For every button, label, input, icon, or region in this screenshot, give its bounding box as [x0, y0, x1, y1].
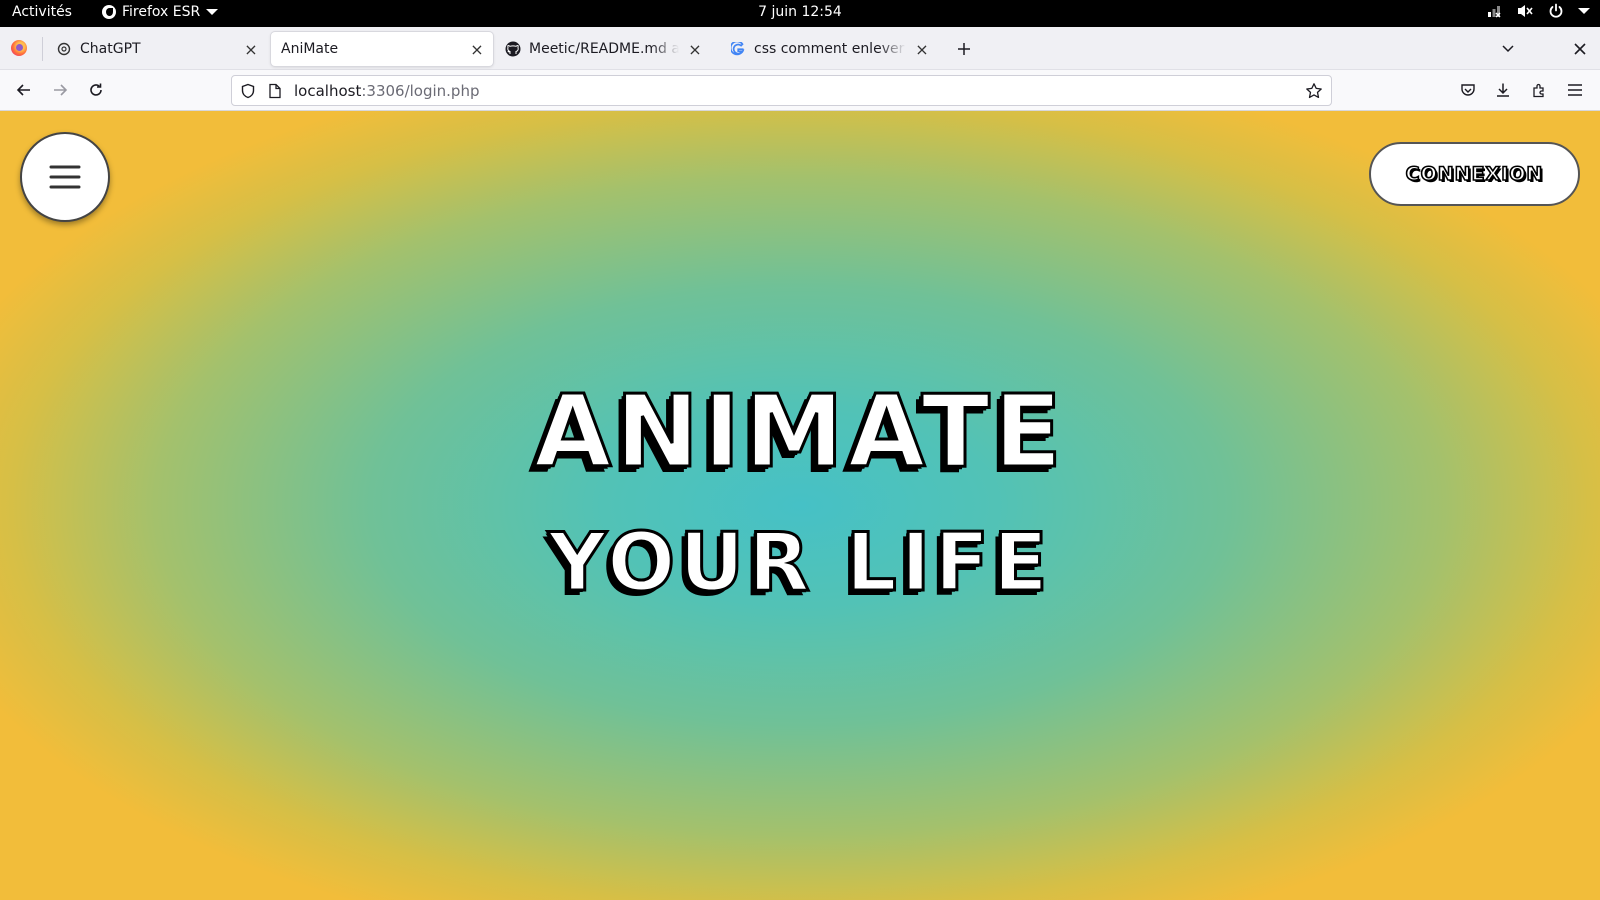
close-icon[interactable]: × [912, 39, 932, 59]
page-icon[interactable] [268, 83, 284, 99]
close-icon[interactable]: × [685, 39, 705, 59]
page-viewport: CONNEXION ANIMATE YOUR LIFE [0, 111, 1600, 900]
tab-github-readme[interactable]: Meetic/README.md at main × [495, 32, 711, 66]
clock[interactable]: 7 juin 12:54 [0, 4, 1600, 20]
system-top-bar: Activités Firefox ESR 7 juin 12:54 [0, 0, 1600, 27]
github-icon [505, 41, 521, 57]
tab-separator [42, 37, 43, 61]
close-icon[interactable]: × [241, 39, 261, 59]
network-icon [1486, 3, 1502, 19]
hero-title: ANIMATE [533, 372, 1066, 492]
pocket-button[interactable] [1454, 76, 1482, 104]
hamburger-menu-button[interactable] [1561, 76, 1589, 104]
tab-title: ChatGPT [80, 41, 141, 57]
chatgpt-icon [56, 41, 72, 57]
back-button[interactable] [10, 76, 38, 104]
tab-title: css comment enlever le lien [754, 41, 906, 57]
power-icon [1548, 3, 1564, 19]
reload-button[interactable] [82, 76, 110, 104]
volume-muted-icon [1516, 3, 1534, 19]
site-menu-button[interactable] [20, 132, 110, 222]
firefox-view-icon[interactable] [11, 40, 27, 56]
hero-subtitle: YOUR LIFE [547, 515, 1052, 611]
extensions-button[interactable] [1525, 76, 1553, 104]
tab-title: Meetic/README.md at main [529, 41, 679, 57]
url-path: :3306/login.php [361, 81, 480, 100]
tab-strip: ChatGPT × AniMate × Meetic/README.md at … [0, 27, 1600, 70]
google-icon [730, 41, 746, 57]
chevron-down-icon [1578, 8, 1590, 14]
menu-icon [49, 165, 81, 189]
close-icon[interactable]: × [467, 39, 487, 59]
close-window-button[interactable] [1566, 35, 1594, 63]
chevron-down-icon [206, 9, 219, 15]
bookmark-star-icon[interactable] [1305, 82, 1323, 104]
tab-title: AniMate [281, 41, 339, 57]
list-all-tabs-button[interactable] [1494, 35, 1522, 63]
app-menu[interactable]: Firefox ESR [102, 4, 219, 20]
address-bar[interactable]: localhost:3306/login.php [231, 75, 1332, 106]
firefox-mini-icon [102, 5, 116, 19]
url-host: localhost [294, 81, 362, 100]
activities-button[interactable]: Activités [12, 4, 72, 20]
status-area[interactable] [1486, 3, 1590, 19]
tab-animate[interactable]: AniMate × [271, 32, 493, 66]
new-tab-button[interactable] [950, 35, 978, 63]
app-name: Firefox ESR [122, 4, 201, 20]
tab-google-search[interactable]: css comment enlever le lien × [720, 32, 938, 66]
shield-icon[interactable] [240, 83, 258, 99]
tab-chatgpt[interactable]: ChatGPT × [46, 32, 267, 66]
url-text[interactable]: localhost:3306/login.php [294, 82, 479, 100]
navigation-bar: localhost:3306/login.php [0, 70, 1600, 111]
forward-button[interactable] [46, 76, 74, 104]
downloads-button[interactable] [1489, 76, 1517, 104]
connexion-button[interactable]: CONNEXION [1369, 142, 1580, 206]
